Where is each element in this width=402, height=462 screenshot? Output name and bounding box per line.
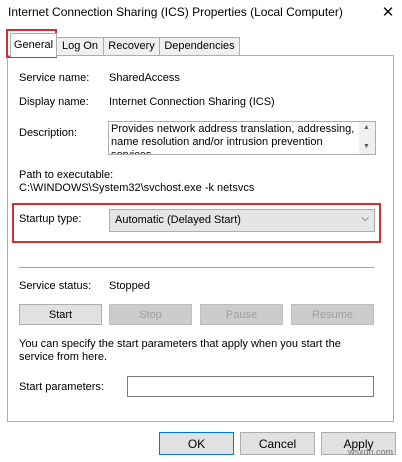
startup-type-value: Automatic (Delayed Start) [115,214,241,226]
startup-type-label: Startup type: [19,213,82,225]
description-text: Provides network address translation, ad… [111,123,355,155]
description-box[interactable]: Provides network address translation, ad… [108,121,376,155]
divider [19,267,374,268]
ok-button[interactable]: OK [159,432,234,455]
scroll-up-icon[interactable]: ▲ [363,124,370,131]
close-icon[interactable]: ✕ [378,3,398,23]
display-name-value: Internet Connection Sharing (ICS) [109,96,275,108]
service-status-value: Stopped [109,280,150,292]
chevron-down-icon[interactable]: ⌵ [361,213,369,224]
service-name-label: Service name: [19,72,90,84]
watermark: wsxdn.com [348,447,394,457]
start-parameters-input[interactable] [127,376,374,397]
start-button[interactable]: Start [19,304,102,325]
start-parameters-label: Start parameters: [19,381,104,393]
tab-log-on[interactable]: Log On [56,37,104,56]
cancel-button[interactable]: Cancel [240,432,315,455]
tab-recovery[interactable]: Recovery [103,37,160,56]
help-text: You can specify the start parameters tha… [19,338,341,363]
path-value: C:\WINDOWS\System32\svchost.exe -k netsv… [19,182,255,194]
service-name-value: SharedAccess [109,72,180,84]
tab-dependencies[interactable]: Dependencies [159,37,240,56]
tab-general[interactable]: General [10,33,57,57]
scroll-down-icon[interactable]: ▼ [363,143,370,150]
resume-button[interactable]: Resume [291,304,374,325]
startup-type-select[interactable]: Automatic (Delayed Start) ⌵ [109,209,375,232]
stop-button[interactable]: Stop [109,304,192,325]
title-bar: Internet Connection Sharing (ICS) Proper… [0,0,402,26]
description-scrollbar[interactable]: ▲ ▼ [359,122,375,154]
display-name-label: Display name: [19,96,89,108]
pause-button[interactable]: Pause [200,304,283,325]
general-panel [7,55,394,422]
description-label: Description: [19,127,78,139]
service-status-label: Service status: [19,280,92,292]
path-label: Path to executable: [19,169,114,181]
window-title: Internet Connection Sharing (ICS) Proper… [8,5,343,19]
